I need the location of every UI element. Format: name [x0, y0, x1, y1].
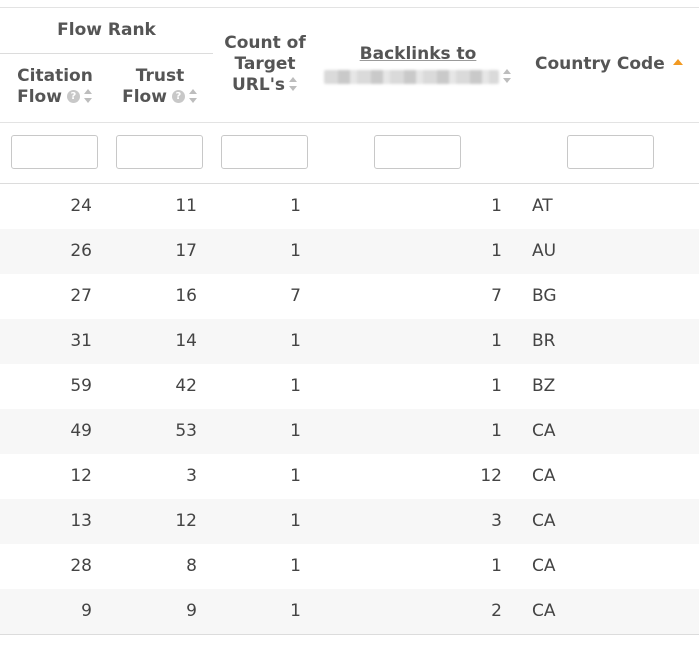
citation-flow-cell: 27 [70, 286, 92, 306]
country-cell: CA [532, 421, 556, 441]
table-top-rule [0, 7, 699, 8]
backlinks-cell: 1 [491, 241, 502, 261]
count-target-urls-header[interactable]: Count of Target URL's [218, 33, 312, 96]
count-header-line2: Target [234, 54, 296, 74]
flow-rank-group-header: Flow Rank [57, 20, 156, 40]
backlinks-cell: 3 [491, 511, 502, 531]
table-row: 49 53 1 1 CA [0, 409, 699, 454]
trust-flow-header-line1: Trust [135, 66, 185, 86]
count-cell: 1 [290, 601, 301, 621]
count-header-line1: Count of [224, 33, 306, 53]
table-row: 28 8 1 1 CA [0, 544, 699, 589]
sort-arrows-icon[interactable] [503, 69, 512, 83]
country-code-header-label: Country Code [535, 54, 665, 74]
count-cell: 1 [290, 511, 301, 531]
table-row: 27 16 7 7 BG [0, 274, 699, 319]
country-cell: BG [532, 286, 557, 306]
trust-flow-cell: 8 [186, 556, 197, 576]
sort-arrows-icon[interactable] [188, 89, 198, 103]
backlinks-cell: 1 [491, 196, 502, 216]
citation-flow-cell: 9 [81, 601, 92, 621]
citation-flow-cell: 31 [70, 331, 92, 351]
sort-arrows-icon[interactable] [83, 89, 93, 103]
trust-flow-cell: 3 [186, 466, 197, 486]
table-bottom-rule [0, 634, 699, 635]
trust-flow-cell: 12 [175, 511, 197, 531]
country-cell: CA [532, 556, 556, 576]
backlinks-cell: 7 [491, 286, 502, 306]
table-row: 59 42 1 1 BZ [0, 364, 699, 409]
backlinks-cell: 2 [491, 601, 502, 621]
redacted-domain [324, 70, 499, 84]
table-row: 13 12 1 3 CA [0, 499, 699, 544]
table-row: 9 9 1 2 CA [0, 589, 699, 634]
count-cell: 1 [290, 241, 301, 261]
trust-flow-cell: 11 [175, 196, 197, 216]
country-cell: BZ [532, 376, 556, 396]
header-rule [0, 122, 699, 123]
table-row: 24 11 1 1 AT [0, 184, 699, 229]
table-row: 26 17 1 1 AU [0, 229, 699, 274]
flow-rank-divider [0, 53, 213, 54]
trust-flow-cell: 16 [175, 286, 197, 306]
citation-flow-filter-input[interactable] [11, 135, 98, 169]
count-cell: 1 [290, 421, 301, 441]
trust-flow-cell: 14 [175, 331, 197, 351]
backlinks-cell: 1 [491, 376, 502, 396]
table-row: 31 14 1 1 BR [0, 319, 699, 364]
count-cell: 1 [290, 466, 301, 486]
citation-flow-cell: 26 [70, 241, 92, 261]
count-cell: 1 [290, 331, 301, 351]
country-code-filter-input[interactable] [567, 135, 654, 169]
backlinks-cell: 1 [491, 421, 502, 441]
citation-flow-header-line2: Flow [17, 87, 62, 107]
count-cell: 1 [290, 196, 301, 216]
trust-flow-header-line2: Flow [122, 87, 167, 107]
backlinks-table: Flow Rank Citation Flow? Trust Flow? Cou… [0, 0, 699, 645]
citation-flow-cell: 24 [70, 196, 92, 216]
citation-flow-cell: 13 [70, 511, 92, 531]
backlinks-cell: 1 [491, 331, 502, 351]
citation-flow-header[interactable]: Citation Flow? [5, 66, 105, 108]
citation-flow-cell: 49 [70, 421, 92, 441]
backlinks-to-header[interactable]: Backlinks to [318, 44, 518, 88]
trust-flow-header[interactable]: Trust Flow? [112, 66, 208, 108]
backlinks-to-header-label: Backlinks to [359, 44, 477, 64]
count-target-filter-input[interactable] [221, 135, 308, 169]
country-cell: CA [532, 601, 556, 621]
count-cell: 7 [290, 286, 301, 306]
table-body: 24 11 1 1 AT 26 17 1 1 AU 27 16 7 7 BG 3… [0, 184, 699, 634]
backlinks-cell: 1 [491, 556, 502, 576]
trust-flow-filter-input[interactable] [116, 135, 203, 169]
sort-arrows-icon[interactable] [289, 77, 298, 91]
help-icon[interactable]: ? [66, 89, 80, 103]
citation-flow-cell: 12 [70, 466, 92, 486]
trust-flow-cell: 17 [175, 241, 197, 261]
count-header-line3: URL's [231, 75, 286, 95]
citation-flow-header-line1: Citation [17, 66, 93, 86]
trust-flow-cell: 53 [175, 421, 197, 441]
trust-flow-cell: 9 [186, 601, 197, 621]
backlinks-filter-input[interactable] [374, 135, 461, 169]
country-cell: CA [532, 511, 556, 531]
country-cell: AU [532, 241, 557, 261]
count-cell: 1 [290, 376, 301, 396]
country-cell: BR [532, 331, 556, 351]
backlinks-cell: 12 [480, 466, 502, 486]
citation-flow-cell: 59 [70, 376, 92, 396]
trust-flow-cell: 42 [175, 376, 197, 396]
sort-ascending-icon[interactable] [672, 59, 683, 65]
country-cell: AT [532, 196, 553, 216]
country-cell: CA [532, 466, 556, 486]
help-icon[interactable]: ? [171, 89, 185, 103]
citation-flow-cell: 28 [70, 556, 92, 576]
table-row: 12 3 1 12 CA [0, 454, 699, 499]
count-cell: 1 [290, 556, 301, 576]
country-code-header[interactable]: Country Code [535, 54, 690, 75]
